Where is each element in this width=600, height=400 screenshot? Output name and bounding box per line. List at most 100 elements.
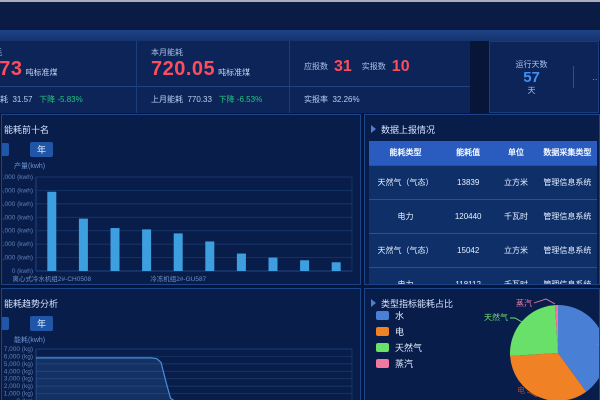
table-header-cell: 能耗值 [442,141,494,165]
stat-label: 本月能耗 [151,47,289,58]
running-value: 57 [490,70,573,85]
svg-text:6,000 (kwh): 6,000 (kwh) [2,187,33,194]
panel-data-report: 数据上报情况 能耗类型能耗值单位数据采集类型 天然气（气态）13839立方米管理… [364,114,600,285]
svg-text:6,000 (kg): 6,000 (kg) [4,353,33,360]
header-sub-strip [0,30,600,41]
bar [332,262,341,271]
table-cell: 千瓦时 [494,267,537,285]
svg-text:1,000 (kg): 1,000 (kg) [4,391,33,398]
panel-title: 能耗趋势分析 [4,297,58,310]
svg-text:7,000 (kwh): 7,000 (kwh) [2,174,33,181]
table-row[interactable]: 电力120440千瓦时管理信息系统 [369,199,597,233]
stat-label: 本日能耗 [0,47,136,58]
table-cell: 管理信息系统 [538,199,597,233]
svg-text:7,000 (kg): 7,000 (kg) [4,346,33,353]
running-unit: 天 [490,85,573,96]
stat-prev: 上月能耗 770.33 下降 -6.53% [151,94,262,105]
running-label: 运行天数 [490,59,573,70]
stats-row: 本日能耗 29.73吨标准煤 昨日能耗 31.57 下降 -5.83% 本月能耗… [0,41,600,113]
stat-value: 29.73 [0,58,23,80]
bar [300,260,309,271]
table-cell: 15042 [442,233,494,267]
table-cell: 13839 [442,165,494,199]
table-cell: 120440 [442,199,494,233]
stat-prev: 昨日能耗 31.57 下降 -5.83% [0,94,83,105]
stats-gap [470,41,489,113]
svg-text:4,000 (kg): 4,000 (kg) [4,368,33,375]
svg-text:天然气: 天然气 [484,312,508,322]
svg-text:3,000 (kwh): 3,000 (kwh) [2,228,33,235]
stat-unit: 吨标准煤 [218,68,250,77]
header-bar [0,0,600,30]
table-cell: 立方米 [494,233,537,267]
stat-unit: 吨标准煤 [26,68,58,77]
table-row[interactable]: 天然气（气态）13839立方米管理信息系统 [369,165,597,199]
table-cell: 管理信息系统 [538,233,597,267]
pie-chart: 水电天然气蒸汽 [365,289,599,400]
table-cell: 管理信息系统 [538,267,597,285]
svg-text:电: 电 [517,385,525,395]
table-row[interactable]: 电力118112千瓦时管理信息系统 [369,267,597,285]
rate-label: 实报率 [304,94,328,105]
panel-title: 能耗前十名 [4,123,49,136]
table-cell: 118112 [442,267,494,285]
due-label: 应报数 [304,61,328,72]
pie-slice-天然气[interactable] [510,305,558,356]
svg-text:3,000 (kg): 3,000 (kg) [4,376,33,383]
svg-text:0 (kwh): 0 (kwh) [12,268,33,275]
svg-text:5,000 (kwh): 5,000 (kwh) [2,201,33,208]
table-cell: 千瓦时 [494,199,537,233]
svg-text:离心式冷水机组2#-CH0508: 离心式冷水机组2#-CH0508 [12,274,91,283]
table-header-cell: 数据采集类型 [538,141,597,165]
bar [142,229,151,271]
y-axis-label: 能耗(kwh) [14,335,360,345]
bar [111,228,120,271]
tab-year[interactable]: 年 [30,142,53,157]
svg-text:4,000 (kwh): 4,000 (kwh) [2,214,33,221]
svg-text:2,000 (kwh): 2,000 (kwh) [2,241,33,248]
clipped-stat: … [574,73,598,82]
table-row[interactable]: 天然气（气态）15042立方米管理信息系统 [369,233,597,267]
bar [174,233,183,271]
svg-text:蒸汽: 蒸汽 [516,298,532,308]
clipped-tab[interactable] [2,317,9,330]
tab-year[interactable]: 年 [30,316,53,331]
stat-value: 720.05 [151,58,215,80]
table-header-row: 能耗类型能耗值单位数据采集类型 [369,141,597,165]
bar-chart: 0 (kwh) 1,000 (kwh) 2,000 (kwh) 3,000 (kwh)… [2,171,360,285]
area-chart: 0 (kg)1,000 (kg)2,000 (kg)3,000 (kg)4,00… [2,345,360,400]
bar [269,258,278,271]
clipped-tab[interactable] [2,143,9,156]
table-cell: 立方米 [494,165,537,199]
stat-card-running-days: 运行天数 57 天 … [489,41,599,113]
svg-text:5,000 (kg): 5,000 (kg) [4,361,33,368]
svg-text:2,000 (kg): 2,000 (kg) [4,383,33,390]
svg-text:冷冻机组2#-GU587: 冷冻机组2#-GU587 [150,274,206,283]
table-cell: 天然气（气态） [369,233,442,267]
bar [47,192,56,271]
y-axis-label: 产量(kwh) [14,161,360,171]
panel-type-ratio: 类型指标能耗占比 水电天然气蒸汽 水电天然气蒸汽 [364,288,600,400]
rate-value: 32.26% [332,95,359,104]
actual-value: 10 [392,58,410,76]
actual-label: 实报数 [362,61,386,72]
table-header-cell: 单位 [494,141,537,165]
panel-title: 数据上报情况 [381,123,435,136]
svg-text:1,000 (kwh): 1,000 (kwh) [2,255,33,262]
table-cell: 电力 [369,199,442,233]
stat-card-report: 应报数 31 实报数 10 实报率 32.26% [290,41,470,113]
table-cell: 管理信息系统 [538,165,597,199]
panel-energy-rank: 能耗前十名 年 产量(kwh) 0 (kwh) 1,000 (kwh) 2,000 … [1,114,361,285]
table-cell: 天然气（气态） [369,165,442,199]
bar [79,219,88,271]
table-header-cell: 能耗类型 [369,141,442,165]
panel-marker-icon [371,125,376,133]
due-value: 31 [334,58,352,76]
bar [205,241,214,271]
panel-energy-trend: 能耗趋势分析 年 能耗(kwh) 0 (kg)1,000 (kg)2,000 (… [1,288,361,400]
stat-card-month: 本月能耗 720.05吨标准煤 上月能耗 770.33 下降 -6.53% [137,41,290,113]
report-table: 能耗类型能耗值单位数据采集类型 天然气（气态）13839立方米管理信息系统电力1… [369,141,597,285]
stat-card-today: 本日能耗 29.73吨标准煤 昨日能耗 31.57 下降 -5.83% [0,41,137,113]
bar [237,254,246,271]
table-cell: 电力 [369,267,442,285]
